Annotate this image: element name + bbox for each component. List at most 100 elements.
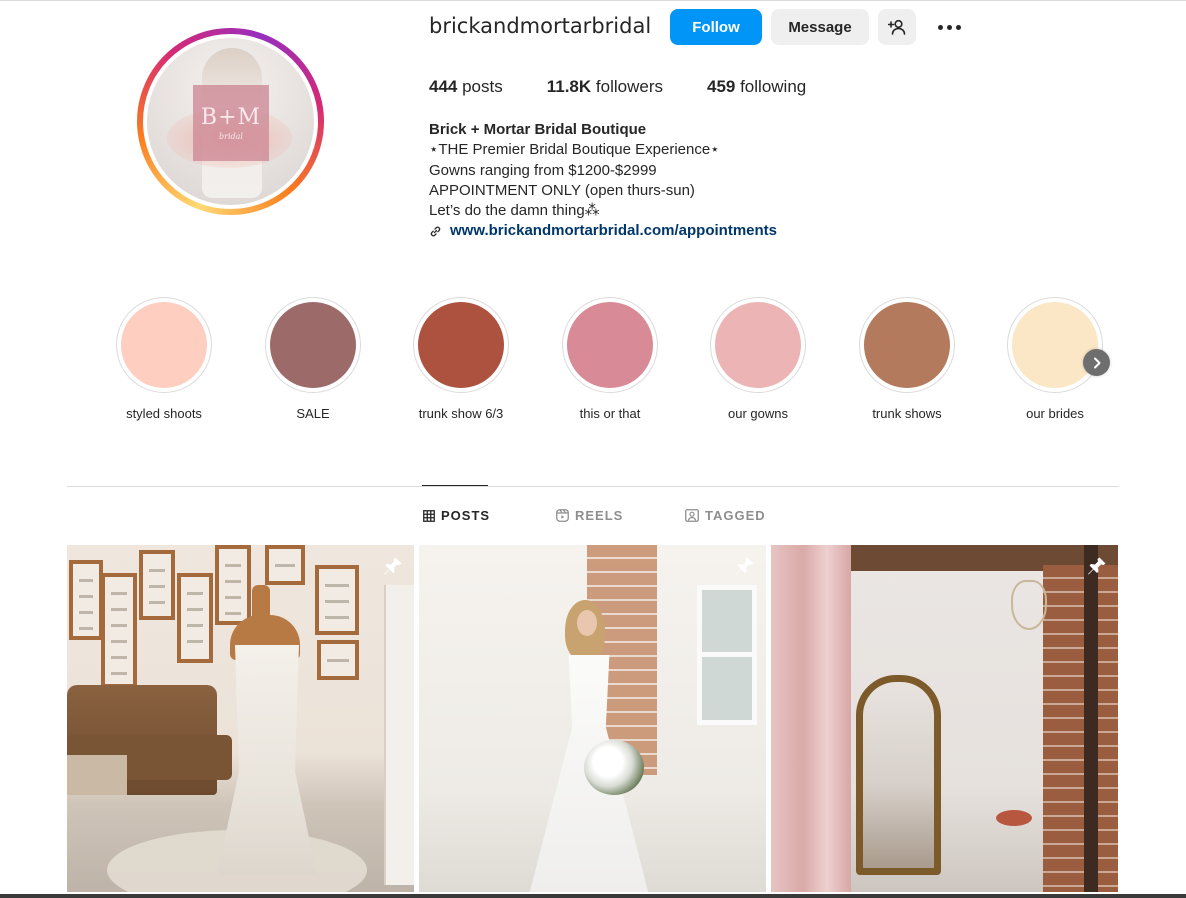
bio-website-text: www.brickandmortarbridal.com/appointment…	[450, 222, 777, 240]
profile-avatar[interactable]: B+M bridal	[137, 28, 324, 215]
tagged-icon	[685, 509, 699, 522]
brand-logo-sub: bridal	[219, 132, 243, 141]
highlight-ring	[859, 297, 955, 393]
more-dot-icon	[955, 24, 961, 30]
following-label: following	[735, 77, 807, 96]
followers-count-value: 11.8K	[546, 77, 592, 96]
highlight-cover	[418, 302, 504, 388]
tab-posts[interactable]: POSTS	[423, 508, 490, 523]
post-thumbnail[interactable]	[419, 545, 766, 892]
highlight-label: this or that	[579, 406, 641, 421]
butterfly-frame	[315, 565, 359, 635]
story-highlight[interactable]: SALE	[253, 297, 373, 421]
story-highlight[interactable]: our gowns	[698, 297, 818, 421]
tab-tagged[interactable]: TAGGED	[685, 508, 766, 523]
follow-button[interactable]: Follow	[670, 9, 762, 45]
profile-bio: Brick + Mortar Bridal Boutique ⋆THE Prem…	[429, 120, 777, 242]
more-dot-icon	[946, 24, 952, 30]
following-count-value: 459	[706, 77, 736, 96]
butterfly-frame	[69, 560, 103, 640]
chevron-right-icon	[1093, 357, 1100, 368]
followers-link[interactable]: 11.8K followers	[547, 77, 663, 97]
bio-line: Gowns ranging from $1200-$2999	[429, 161, 657, 179]
story-highlight[interactable]: trunk show 6/3	[401, 297, 521, 421]
highlight-label: trunk show 6/3	[418, 406, 504, 421]
wood-post-graphic	[1084, 545, 1098, 892]
person-plus-icon	[888, 19, 906, 35]
active-tab-indicator	[422, 485, 488, 486]
highlight-label: our brides	[1026, 406, 1084, 421]
highlight-cover	[567, 302, 653, 388]
highlight-label: styled shoots	[126, 406, 202, 421]
more-dot-icon	[937, 24, 943, 30]
butterfly-frame	[317, 640, 359, 680]
bouquet-graphic	[584, 740, 644, 795]
profile-username: brickandmortarbridal	[429, 14, 652, 38]
highlight-cover	[121, 302, 207, 388]
following-link[interactable]: 459 following	[707, 77, 806, 97]
highlights-next-button[interactable]	[1083, 349, 1110, 376]
message-button[interactable]: Message	[771, 9, 869, 45]
highlight-cover	[1012, 302, 1098, 388]
highlight-cover	[864, 302, 950, 388]
posts-count: 444 posts	[429, 77, 503, 97]
top-border	[0, 0, 1186, 1]
more-options-button[interactable]	[931, 16, 967, 38]
gown-graphic	[217, 645, 317, 875]
story-highlight[interactable]: styled shoots	[104, 297, 224, 421]
post-thumbnail[interactable]	[771, 545, 1118, 892]
highlight-ring	[1007, 297, 1103, 393]
highlight-ring	[562, 297, 658, 393]
tabs-divider	[67, 486, 1119, 487]
bio-website-link[interactable]: www.brickandmortarbridal.com/appointment…	[429, 221, 777, 241]
brand-logo-mark: B+M	[200, 105, 262, 130]
pinned-post-icon	[1088, 557, 1106, 575]
bio-line: APPOINTMENT ONLY (open thurs-sun)	[429, 181, 695, 199]
suggested-accounts-button[interactable]	[878, 9, 916, 45]
highlight-label: SALE	[296, 406, 330, 421]
highlight-cover	[270, 302, 356, 388]
highlight-label: our gowns	[728, 406, 788, 421]
tab-reels-label: REELS	[575, 508, 624, 523]
butterfly-frame	[177, 573, 213, 663]
post-thumbnail[interactable]	[67, 545, 414, 892]
arched-mirror-graphic	[856, 675, 941, 875]
butterfly-frame	[265, 545, 305, 585]
bottom-edge-bar	[0, 894, 1186, 898]
window-graphic	[697, 585, 757, 725]
tab-posts-label: POSTS	[441, 508, 491, 523]
butterfly-frame	[215, 545, 251, 625]
avatar-image: B+M bridal	[147, 38, 314, 205]
bio-line: Let’s do the damn thing⁂	[429, 202, 600, 220]
highlight-ring	[413, 297, 509, 393]
bio-line: ⋆THE Premier Bridal Boutique Experience⋆	[429, 141, 720, 159]
stool-graphic	[996, 810, 1032, 826]
link-icon	[430, 226, 441, 237]
followers-label: followers	[591, 77, 663, 96]
highlight-cover	[715, 302, 801, 388]
tab-reels[interactable]: REELS	[556, 508, 623, 523]
reels-icon	[556, 509, 569, 522]
profile-stats: 444 posts 11.8K followers 459 following	[429, 77, 850, 97]
posts-count-label: posts	[457, 77, 503, 96]
pinned-post-icon	[384, 557, 402, 575]
posts-count-value: 444	[429, 77, 458, 96]
chandelier-graphic	[1011, 580, 1047, 630]
brand-logo: B+M bridal	[193, 85, 269, 161]
profile-full-name: Brick + Mortar Bridal Boutique	[429, 121, 647, 138]
highlight-ring	[710, 297, 806, 393]
table-graphic	[67, 755, 127, 795]
story-highlight[interactable]: trunk shows	[847, 297, 967, 421]
highlight-ring	[265, 297, 361, 393]
door-graphic	[384, 585, 414, 885]
story-highlight[interactable]: this or that	[550, 297, 670, 421]
butterfly-frame	[139, 550, 175, 620]
brick-wall-graphic	[1043, 565, 1118, 892]
butterfly-frame	[101, 573, 137, 688]
grid-icon	[423, 509, 435, 522]
highlight-ring	[116, 297, 212, 393]
highlight-label: trunk shows	[872, 406, 942, 421]
pinned-post-icon	[736, 557, 754, 575]
curtain-graphic	[771, 545, 851, 892]
bride-face-graphic	[577, 610, 597, 636]
